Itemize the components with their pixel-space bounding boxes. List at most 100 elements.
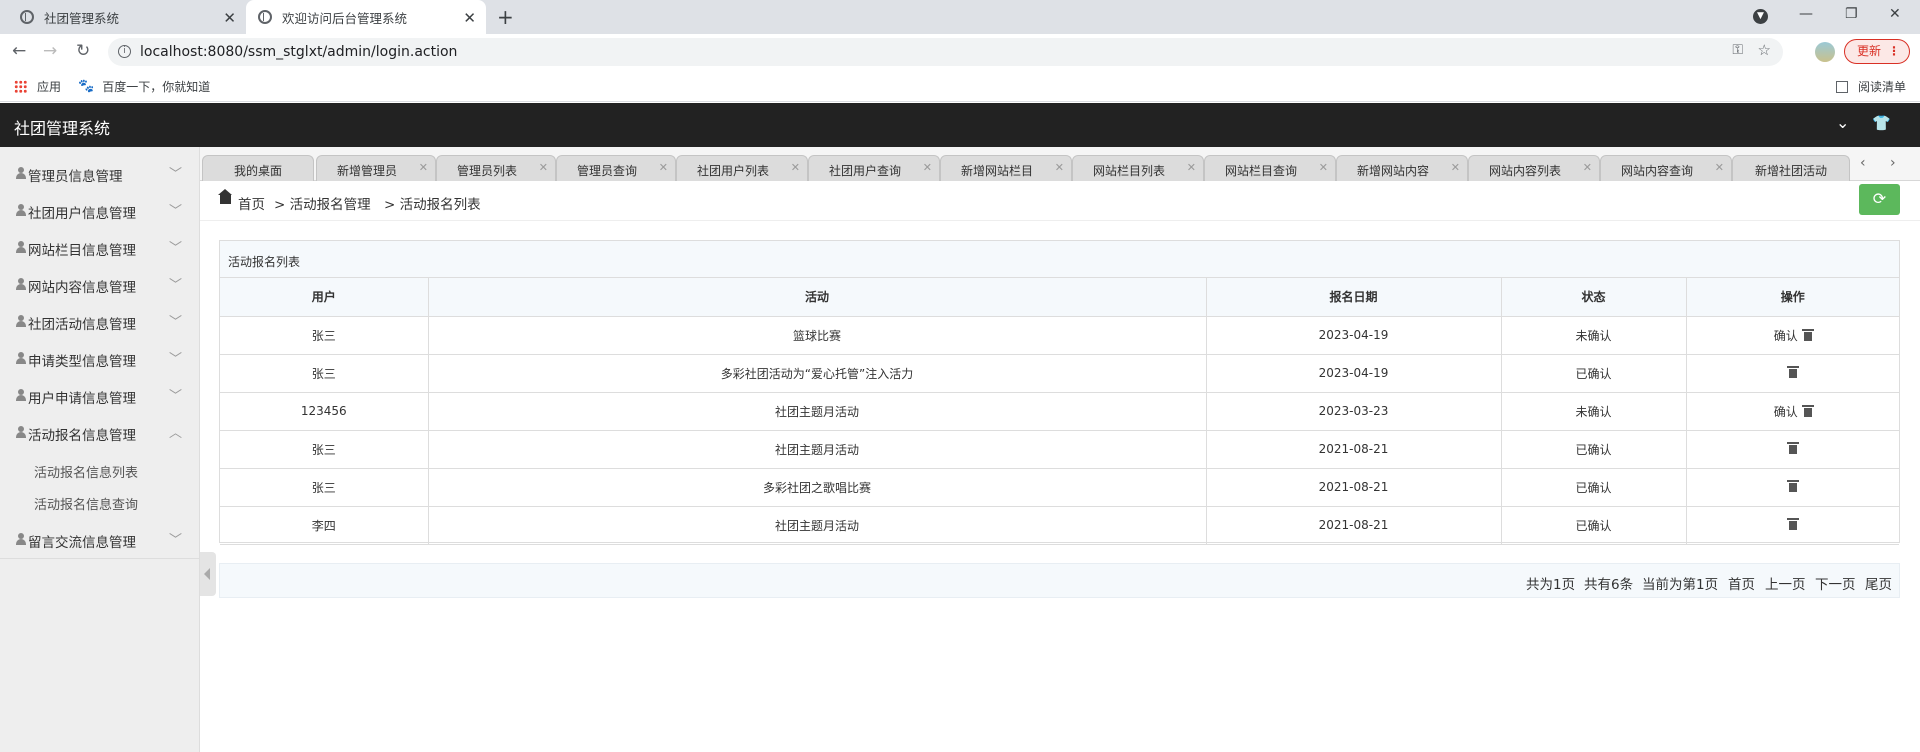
sidebar-item-label: 管理员信息管理 bbox=[28, 169, 123, 185]
sidebar-item-site-content[interactable]: 网站内容信息管理 ﹀ bbox=[0, 266, 200, 303]
bookmark-baidu[interactable]: 🐾 百度一下，你就知道 bbox=[78, 78, 210, 95]
table-row: 李四 社团主题月活动 2021-08-21 已确认 bbox=[220, 505, 1899, 545]
tab-add-site-content[interactable]: 新增网站内容 ✕ bbox=[1336, 155, 1468, 181]
close-tab-icon[interactable]: ✕ bbox=[223, 9, 236, 27]
url-field[interactable]: i localhost:8080/ssm_stglxt/admin/login.… bbox=[108, 38, 1783, 66]
trash-icon[interactable] bbox=[1801, 328, 1814, 341]
bookmark-label: 百度一下，你就知道 bbox=[102, 80, 211, 94]
tab-label: 新增网站内容 bbox=[1356, 164, 1429, 178]
pager-first-link[interactable]: 首页 bbox=[1728, 573, 1755, 593]
star-icon[interactable]: ☆ bbox=[1758, 41, 1771, 59]
tab-add-club-activity[interactable]: 新增社团活动 bbox=[1732, 155, 1850, 181]
tab-site-column-query[interactable]: 网站栏目查询 ✕ bbox=[1204, 155, 1336, 181]
cell-activity: 多彩社团活动为“爱心托管”注入活力 bbox=[427, 353, 1207, 393]
trash-icon[interactable] bbox=[1786, 442, 1799, 454]
update-button[interactable]: 更新 ⋮ bbox=[1844, 39, 1910, 64]
panel-title-bar: 活动报名列表 bbox=[220, 241, 1899, 278]
close-window-icon[interactable]: ✕ bbox=[1889, 6, 1901, 22]
bookmark-label: 应用 bbox=[37, 80, 62, 94]
sidebar-item-user-applications[interactable]: 用户申请信息管理 ﹀ bbox=[0, 377, 200, 414]
cell-user: 张三 bbox=[220, 429, 429, 469]
bookmark-apps[interactable]: 应用 bbox=[14, 78, 61, 95]
trash-icon[interactable] bbox=[1786, 366, 1799, 378]
tshirt-icon[interactable]: 👕 bbox=[1872, 114, 1891, 132]
tab-add-site-column[interactable]: 新增网站栏目 ✕ bbox=[940, 155, 1072, 181]
cell-user: 李四 bbox=[220, 505, 429, 545]
more-icon: ⋮ bbox=[1888, 44, 1900, 58]
home-icon bbox=[218, 189, 232, 204]
tab-scroll-left-icon[interactable]: ‹ bbox=[1860, 155, 1866, 171]
tab-label: 新增社团活动 bbox=[1754, 164, 1827, 178]
tab-site-content-list[interactable]: 网站内容列表 ✕ bbox=[1468, 155, 1600, 181]
confirm-link[interactable]: 确认 bbox=[1774, 329, 1798, 343]
pager-total-pages: 共为1页 bbox=[1526, 577, 1576, 593]
close-icon[interactable]: ✕ bbox=[923, 161, 932, 174]
sidebar-item-activity-signup[interactable]: 活动报名信息管理 ︿ bbox=[0, 414, 200, 451]
tab-club-user-list[interactable]: 社团用户列表 ✕ bbox=[676, 155, 808, 181]
cell-date: 2023-03-23 bbox=[1205, 391, 1502, 431]
close-icon[interactable]: ✕ bbox=[1451, 161, 1460, 174]
back-icon[interactable]: ← bbox=[12, 41, 26, 61]
close-icon[interactable]: ✕ bbox=[539, 161, 548, 174]
tab-admin-query[interactable]: 管理员查询 ✕ bbox=[556, 155, 676, 181]
key-icon[interactable]: ⚿ bbox=[1732, 42, 1743, 58]
close-tab-icon[interactable]: ✕ bbox=[463, 9, 476, 27]
close-icon[interactable]: ✕ bbox=[419, 161, 428, 174]
tab-site-column-list[interactable]: 网站栏目列表 ✕ bbox=[1072, 155, 1204, 181]
info-icon[interactable]: i bbox=[118, 45, 131, 58]
cell-status: 已确认 bbox=[1500, 353, 1687, 393]
refresh-button[interactable]: ⟳ bbox=[1859, 184, 1900, 215]
pager-last-link[interactable]: 尾页 bbox=[1865, 573, 1892, 593]
trash-icon[interactable] bbox=[1801, 404, 1814, 417]
tab-label: 网站内容列表 bbox=[1488, 164, 1561, 178]
tab-add-admin[interactable]: 新增管理员 ✕ bbox=[316, 155, 436, 181]
sidebar-subitem-signup-query[interactable]: 活动报名信息查询 bbox=[34, 494, 138, 513]
tab-desktop[interactable]: 我的桌面 bbox=[202, 155, 314, 181]
tab-club-user-query[interactable]: 社团用户查询 ✕ bbox=[808, 155, 940, 181]
sidebar-collapse-handle[interactable] bbox=[200, 552, 216, 596]
close-icon[interactable]: ✕ bbox=[791, 161, 800, 174]
reading-list[interactable]: 阅读清单 bbox=[1835, 78, 1906, 95]
sidebar-item-site-columns[interactable]: 网站栏目信息管理 ﹀ bbox=[0, 229, 200, 266]
baidu-paw-icon: 🐾 bbox=[78, 79, 95, 94]
trash-icon[interactable] bbox=[1786, 518, 1799, 530]
refresh-icon: ⟳ bbox=[1872, 189, 1887, 208]
sidebar-item-club-users[interactable]: 社团用户信息管理 ﹀ bbox=[0, 192, 200, 229]
close-icon[interactable]: ✕ bbox=[1319, 161, 1328, 174]
minimize-icon[interactable]: — bbox=[1799, 6, 1813, 22]
sidebar-subitem-signup-list[interactable]: 活动报名信息列表 bbox=[34, 462, 138, 481]
close-icon[interactable]: ✕ bbox=[659, 161, 668, 174]
browser-tab[interactable]: 社团管理系统 ✕ bbox=[8, 0, 246, 34]
breadcrumb-home[interactable]: 首页 bbox=[238, 193, 265, 213]
close-icon[interactable]: ✕ bbox=[1715, 161, 1724, 174]
reload-icon[interactable]: ↻ bbox=[76, 41, 90, 61]
sidebar-item-label: 留言交流信息管理 bbox=[28, 535, 136, 551]
restore-icon[interactable]: ❐ bbox=[1845, 6, 1858, 22]
breadcrumb-level1[interactable]: > 活动报名管理 bbox=[274, 193, 371, 213]
close-icon[interactable]: ✕ bbox=[1583, 161, 1592, 174]
sidebar-item-admin[interactable]: 管理员信息管理 ﹀ bbox=[0, 155, 200, 192]
tab-scroll-right-icon[interactable]: › bbox=[1890, 155, 1896, 171]
confirm-link[interactable]: 确认 bbox=[1774, 405, 1798, 419]
profile-avatar[interactable] bbox=[1815, 42, 1835, 62]
forward-icon[interactable]: → bbox=[43, 41, 57, 61]
column-header: 状态 bbox=[1500, 278, 1687, 317]
new-tab-icon[interactable]: + bbox=[497, 5, 514, 29]
tab-admin-list[interactable]: 管理员列表 ✕ bbox=[436, 155, 556, 181]
sidebar-item-messages[interactable]: 留言交流信息管理 ﹀ bbox=[0, 521, 200, 558]
sidebar-item-apply-types[interactable]: 申请类型信息管理 ﹀ bbox=[0, 340, 200, 377]
close-icon[interactable]: ✕ bbox=[1055, 161, 1064, 174]
tab-search-icon[interactable]: ▼ bbox=[1753, 9, 1768, 24]
browser-tab-active[interactable]: 欢迎访问后台管理系统 ✕ bbox=[246, 0, 486, 34]
pager-next-link[interactable]: 下一页 bbox=[1815, 573, 1856, 593]
user-icon bbox=[15, 278, 27, 290]
tab-site-content-query[interactable]: 网站内容查询 ✕ bbox=[1600, 155, 1732, 181]
chevron-down-icon: ﹀ bbox=[168, 352, 182, 367]
close-icon[interactable]: ✕ bbox=[1187, 161, 1196, 174]
reading-list-icon bbox=[1835, 80, 1848, 93]
chevron-down-icon[interactable]: ⌄ bbox=[1836, 113, 1849, 132]
pager-total-records: 共有6条 bbox=[1584, 577, 1634, 593]
sidebar-item-club-activities[interactable]: 社团活动信息管理 ﹀ bbox=[0, 303, 200, 340]
trash-icon[interactable] bbox=[1786, 480, 1799, 492]
pager-prev-link[interactable]: 上一页 bbox=[1765, 573, 1806, 593]
